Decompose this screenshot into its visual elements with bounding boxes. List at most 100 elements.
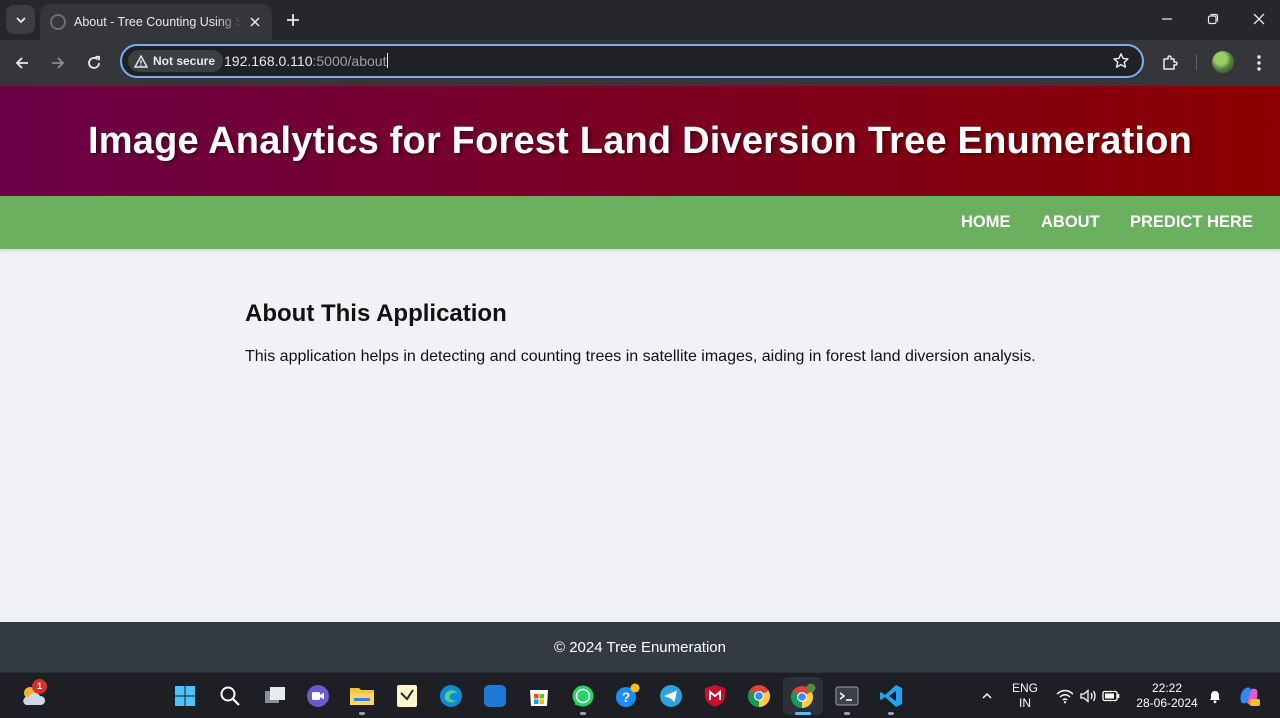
reload-icon — [88, 55, 100, 69]
nav-link-about[interactable]: ABOUT — [1041, 213, 1100, 232]
site-title: Image Analytics for Forest Land Diversio… — [87, 119, 1193, 162]
tab-close-button[interactable] — [246, 13, 264, 31]
extensions-button[interactable] — [1157, 50, 1183, 76]
not-secure-label: Not secure — [153, 54, 216, 68]
site-nav: HOME ABOUT PREDICT HERE — [0, 196, 1280, 249]
nav-link-predict[interactable]: PREDICT HERE — [1130, 213, 1253, 232]
taskbar-app-store[interactable] — [524, 681, 554, 711]
language-indicator[interactable]: ENG IN — [1008, 681, 1042, 711]
mcafee-shield-icon — [705, 685, 725, 707]
whatsapp-icon — [572, 685, 594, 707]
address-bar[interactable]: Not secure 192.168.0.110:5000/about — [120, 44, 1144, 78]
url-path: :5000/about — [312, 53, 387, 69]
clock-date: 28-06-2024 — [1136, 696, 1198, 710]
back-button[interactable] — [7, 48, 37, 78]
arrow-right-icon — [52, 57, 65, 69]
telegram-icon — [660, 685, 682, 707]
windows-start-icon — [175, 686, 195, 706]
taskbar-app-myhp[interactable] — [480, 681, 510, 711]
close-icon — [250, 17, 260, 27]
url-text[interactable]: 192.168.0.110:5000/about — [224, 53, 389, 69]
search-icon — [220, 686, 240, 706]
taskbar-app-notes[interactable] — [392, 681, 422, 711]
task-view-icon — [265, 687, 285, 703]
new-tab-button[interactable] — [282, 9, 304, 31]
copilot-icon — [1240, 687, 1260, 706]
copilot-button[interactable] — [1234, 681, 1264, 711]
notification-center-button[interactable] — [1200, 681, 1230, 711]
restore-icon — [1207, 13, 1219, 25]
taskbar-app-terminal[interactable] — [832, 681, 862, 715]
wifi-icon — [1056, 689, 1074, 704]
active-indicator — [795, 712, 811, 715]
security-indicator[interactable]: Not secure — [128, 50, 224, 72]
battery-status[interactable] — [1096, 681, 1126, 711]
myhp-icon — [484, 685, 506, 707]
running-indicator — [580, 712, 586, 715]
taskbar-app-telegram[interactable] — [656, 681, 686, 711]
taskbar-app-vscode[interactable] — [876, 681, 906, 715]
tab-search-button[interactable] — [6, 5, 35, 34]
nav-link-home[interactable]: HOME — [961, 213, 1011, 232]
chrome-icon — [748, 685, 770, 707]
folder-icon — [350, 688, 374, 705]
minimize-button[interactable] — [1144, 0, 1190, 38]
reload-button[interactable] — [79, 48, 109, 78]
running-indicator — [888, 712, 894, 715]
taskbar-app-edge[interactable] — [436, 681, 466, 711]
edge-icon — [440, 685, 462, 707]
region-code: IN — [1019, 696, 1031, 710]
taskbar-app-file-explorer[interactable] — [347, 681, 377, 715]
plus-icon — [287, 14, 299, 26]
star-icon — [1113, 53, 1129, 68]
clock-time: 22:22 — [1151, 681, 1183, 695]
running-indicator — [359, 712, 365, 715]
url-host: 192.168.0.110 — [224, 53, 313, 69]
site-header: Image Analytics for Forest Land Diversio… — [0, 86, 1280, 196]
text-caret — [387, 53, 389, 68]
warning-triangle-icon — [134, 54, 148, 68]
about-section: About This Application This application … — [245, 300, 1085, 366]
battery-icon — [1102, 690, 1120, 702]
about-heading: About This Application — [245, 300, 507, 327]
site-footer: © 2024 Tree Enumeration — [0, 622, 1280, 672]
tab-title: About - Tree Counting Using Sa — [74, 15, 242, 29]
vscode-icon — [880, 685, 902, 707]
meet-icon — [307, 685, 329, 707]
bookmark-button[interactable] — [1112, 52, 1130, 70]
taskbar-search-button[interactable] — [215, 681, 245, 711]
toolbar-separator — [1196, 54, 1197, 70]
close-window-button[interactable] — [1236, 0, 1280, 38]
store-icon — [530, 690, 548, 706]
taskbar-app-whatsapp[interactable] — [568, 681, 598, 715]
chevron-up-icon — [982, 692, 992, 699]
help-icon: ? — [616, 683, 640, 707]
arrow-left-icon — [15, 57, 28, 69]
puzzle-icon — [1163, 55, 1178, 70]
forward-button[interactable] — [43, 48, 73, 78]
about-description: This application helps in detecting and … — [245, 348, 1036, 365]
taskbar-app-chrome[interactable] — [744, 681, 774, 711]
restore-button[interactable] — [1190, 0, 1236, 38]
more-vertical-icon — [1257, 55, 1261, 71]
loading-favicon-icon — [50, 14, 66, 30]
profile-avatar[interactable] — [1212, 51, 1234, 73]
language-code: ENG — [1011, 681, 1038, 695]
taskbar-app-chrome-profile[interactable] — [788, 681, 818, 715]
browser-tab-active[interactable]: About - Tree Counting Using Sa — [40, 4, 272, 40]
show-hidden-icons-button[interactable] — [972, 681, 1002, 711]
footer-copyright: © 2024 Tree Enumeration — [554, 638, 726, 656]
chevron-down-icon — [15, 16, 26, 23]
terminal-icon — [835, 686, 859, 706]
taskbar-app-help[interactable]: ? — [612, 681, 642, 711]
task-view-button[interactable] — [260, 681, 290, 711]
browser-tab-strip: About - Tree Counting Using Sa — [0, 0, 1280, 40]
taskbar-app-mcafee[interactable] — [700, 681, 730, 711]
chrome-profile-icon — [791, 683, 816, 708]
taskbar-app-meet[interactable] — [303, 681, 333, 711]
clock[interactable]: 22:22 28-06-2024 — [1132, 681, 1202, 711]
start-button[interactable] — [170, 681, 200, 711]
browser-menu-button[interactable] — [1246, 50, 1272, 76]
notes-app-icon — [397, 685, 417, 707]
speaker-icon — [1080, 689, 1096, 703]
